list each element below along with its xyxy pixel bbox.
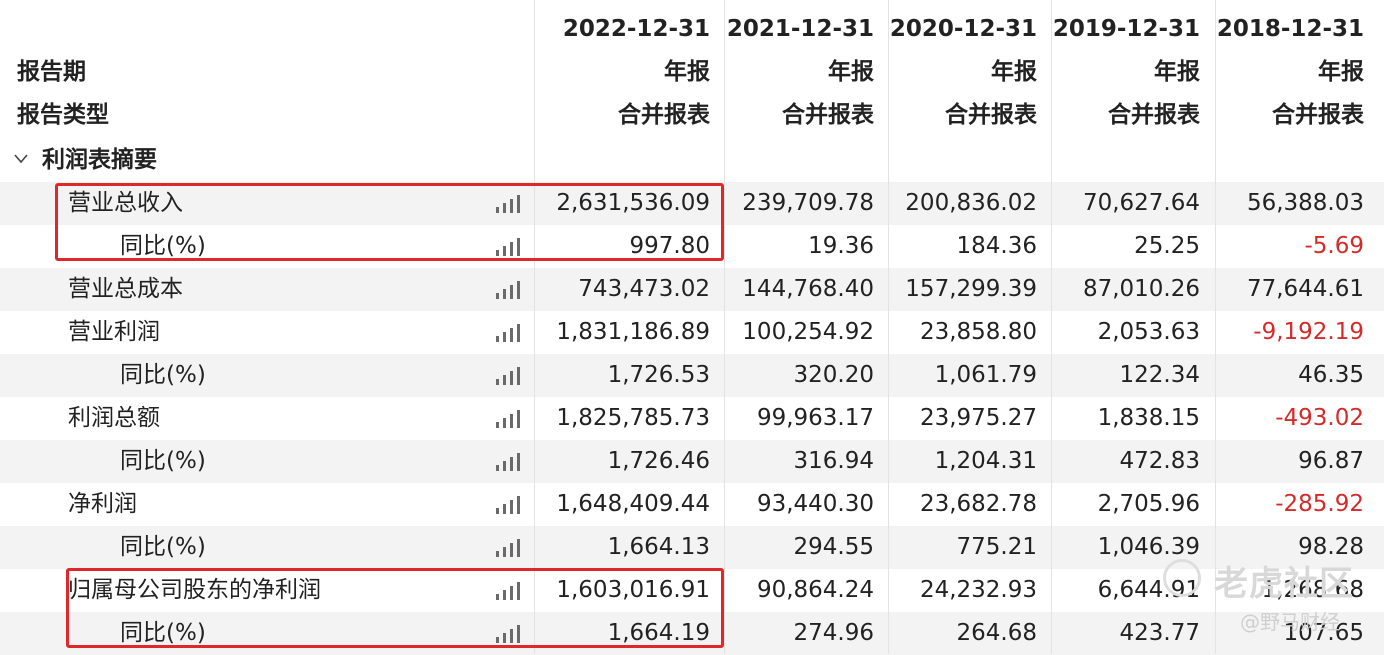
bar-chart-icon[interactable] <box>496 539 522 557</box>
value-cell: 1,061.79 <box>934 362 1037 388</box>
value-cell: 93,440.30 <box>756 491 874 517</box>
table-row[interactable]: 同比(%) 1,726.46 316.94 1,204.31 472.83 96.87 <box>0 440 1384 483</box>
type-value: 合并报表 <box>1108 102 1200 128</box>
value-cell: -9,192.19 <box>1253 319 1364 345</box>
value-cell: 2,705.96 <box>1097 491 1200 517</box>
bar-chart-icon[interactable] <box>496 324 522 342</box>
value-cell: 316.94 <box>793 448 874 474</box>
type-value: 合并报表 <box>782 102 874 128</box>
value-cell: 24,232.93 <box>919 577 1037 603</box>
header-period-row: 报告期 年报 年报 年报 年报 年报 <box>0 51 1384 94</box>
row-label: 利润总额 <box>68 405 160 431</box>
header-type-row: 报告类型 合并报表 合并报表 合并报表 合并报表 合并报表 <box>0 94 1384 137</box>
value-cell: 1,664.13 <box>607 534 710 560</box>
value-cell: 77,644.61 <box>1246 276 1364 302</box>
value-cell: -5.69 <box>1304 233 1364 259</box>
value-cell: 100,254.92 <box>742 319 874 345</box>
value-cell: 184.36 <box>956 233 1037 259</box>
value-cell: 96.87 <box>1298 448 1364 474</box>
bar-chart-icon[interactable] <box>496 453 522 471</box>
row-label: 营业利润 <box>68 319 160 345</box>
column-date[interactable]: 2021-12-31 <box>724 8 874 51</box>
value-cell: 19.36 <box>808 233 874 259</box>
value-cell: 2,053.63 <box>1097 319 1200 345</box>
value-cell: 1,648,409.44 <box>556 491 710 517</box>
row-label: 同比(%) <box>120 448 206 474</box>
value-cell: 23,975.27 <box>919 405 1037 431</box>
table-row[interactable]: 净利润 1,648,409.44 93,440.30 23,682.78 2,705.9… <box>0 483 1384 526</box>
value-cell: -493.02 <box>1275 405 1364 431</box>
value-cell: 320.20 <box>793 362 874 388</box>
value-cell: 775.21 <box>956 534 1037 560</box>
value-cell: 1,726.46 <box>607 448 710 474</box>
value-cell: 56,388.03 <box>1246 190 1364 216</box>
value-cell: 472.83 <box>1119 448 1200 474</box>
value-cell: 25.25 <box>1134 233 1200 259</box>
bar-chart-icon[interactable] <box>496 281 522 299</box>
value-cell: 743,473.02 <box>578 276 710 302</box>
value-cell: 294.55 <box>793 534 874 560</box>
header-date-row: 2022-12-31 2021-12-31 2020-12-31 2019-12… <box>0 8 1384 51</box>
value-cell: 1,204.31 <box>934 448 1037 474</box>
value-cell: 99,963.17 <box>756 405 874 431</box>
value-cell: 144,768.40 <box>742 276 874 302</box>
watermark-logo-icon <box>1163 559 1201 597</box>
value-cell: 423.77 <box>1119 620 1200 646</box>
section-title: 利润表摘要 <box>42 147 157 173</box>
period-value: 年报 <box>1318 59 1364 85</box>
value-cell: 1,825,785.73 <box>556 405 710 431</box>
table-row[interactable]: 同比(%) 1,726.53 320.20 1,061.79 122.34 46.35 <box>0 354 1384 397</box>
value-cell: 1,831,186.89 <box>556 319 710 345</box>
period-value: 年报 <box>664 59 710 85</box>
value-cell: -285.92 <box>1275 491 1364 517</box>
period-label: 报告期 <box>17 59 86 85</box>
highlight-box-revenue <box>55 183 724 261</box>
row-label: 同比(%) <box>120 534 206 560</box>
period-value: 年报 <box>991 59 1037 85</box>
watermark-brand: 老虎社区 <box>1214 564 1354 604</box>
value-cell: 1,726.53 <box>607 362 710 388</box>
value-cell: 122.34 <box>1119 362 1200 388</box>
row-label: 营业总成本 <box>68 276 183 302</box>
column-divider <box>724 0 725 654</box>
type-value: 合并报表 <box>945 102 1037 128</box>
type-label: 报告类型 <box>17 102 109 128</box>
bar-chart-icon[interactable] <box>496 367 522 385</box>
row-label: 同比(%) <box>120 362 206 388</box>
column-divider <box>534 0 535 654</box>
type-value: 合并报表 <box>1272 102 1364 128</box>
period-value: 年报 <box>828 59 874 85</box>
table-row[interactable]: 利润总额 1,825,785.73 99,963.17 23,975.27 1,838.… <box>0 397 1384 440</box>
value-cell: 90,864.24 <box>756 577 874 603</box>
column-date[interactable]: 2018-12-31 <box>1215 8 1364 51</box>
column-date[interactable]: 2022-12-31 <box>534 8 710 51</box>
value-cell: 23,682.78 <box>919 491 1037 517</box>
value-cell: 46.35 <box>1298 362 1364 388</box>
income-summary-table: 2022-12-31 2021-12-31 2020-12-31 2019-12… <box>0 0 1384 655</box>
value-cell: 23,858.80 <box>919 319 1037 345</box>
section-row[interactable]: 利润表摘要 <box>0 139 1384 182</box>
value-cell: 264.68 <box>956 620 1037 646</box>
value-cell: 274.96 <box>793 620 874 646</box>
bar-chart-icon[interactable] <box>496 410 522 428</box>
value-cell: 1,838.15 <box>1097 405 1200 431</box>
highlight-box-net-profit <box>66 568 724 648</box>
value-cell: 157,299.39 <box>905 276 1037 302</box>
value-cell: 200,836.02 <box>905 190 1037 216</box>
period-value: 年报 <box>1154 59 1200 85</box>
value-cell: 70,627.64 <box>1082 190 1200 216</box>
table-row[interactable]: 营业总成本 743,473.02 144,768.40 157,299.39 87,01… <box>0 268 1384 311</box>
column-divider <box>888 0 889 654</box>
column-date[interactable]: 2019-12-31 <box>1051 8 1200 51</box>
column-divider <box>1051 0 1052 654</box>
value-cell: 239,709.78 <box>742 190 874 216</box>
watermark-author: @野马财经 <box>1240 610 1340 634</box>
row-label: 净利润 <box>68 491 137 517</box>
bar-chart-icon[interactable] <box>496 496 522 514</box>
value-cell: 87,010.26 <box>1082 276 1200 302</box>
type-value: 合并报表 <box>618 102 710 128</box>
column-date[interactable]: 2020-12-31 <box>888 8 1037 51</box>
table-row[interactable]: 营业利润 1,831,186.89 100,254.92 23,858.80 2,053… <box>0 311 1384 354</box>
